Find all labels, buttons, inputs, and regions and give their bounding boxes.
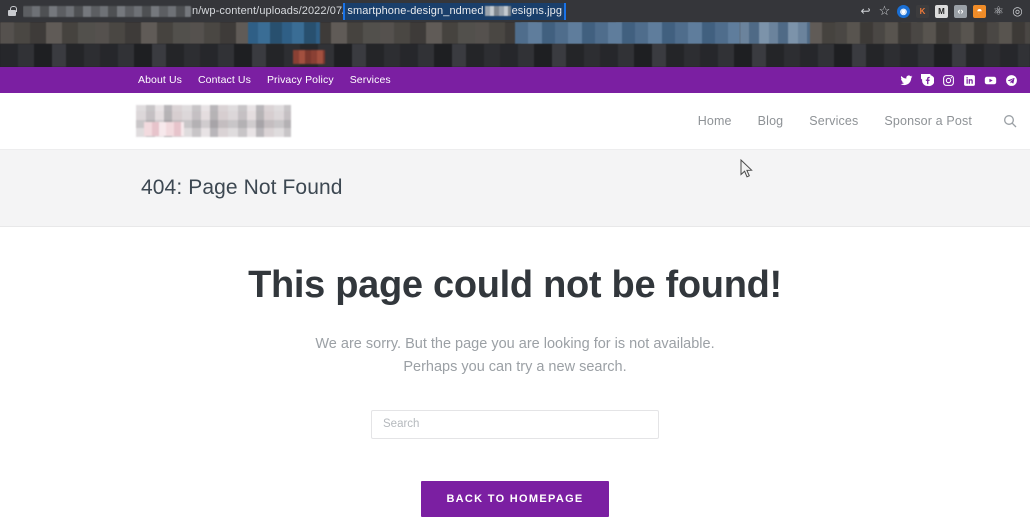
error-subtext-line-1: We are sorry. But the page you are looki… — [315, 335, 715, 352]
nav-link-services[interactable]: Services — [809, 114, 858, 128]
social-links — [900, 73, 1018, 87]
url-path-visible: n/wp-content/uploads/2022/07/ — [192, 5, 346, 17]
error-subtext-line-2: Perhaps you can try a new search. — [403, 359, 627, 376]
tab-strip-redacted-segment — [835, 22, 1030, 44]
topbar-link-privacy-policy[interactable]: Privacy Policy — [267, 74, 334, 86]
page-title: 404: Page Not Found — [141, 176, 343, 199]
extension-blue-circle-icon[interactable]: ◉ — [895, 3, 912, 20]
topbar-link-about-us[interactable]: About Us — [138, 74, 182, 86]
search-icon[interactable] — [1002, 113, 1018, 129]
search-input[interactable] — [371, 409, 659, 439]
error-content: This page could not be found! We are sor… — [0, 227, 1030, 517]
url-selected-filename[interactable]: smartphone-design_ndmed esigns.jpg — [343, 2, 567, 20]
extension-code-icon[interactable]: ‹› — [952, 3, 969, 20]
tab-strip-redacted-segment — [740, 22, 810, 44]
back-to-homepage-button[interactable]: BACK TO HOMEPAGE — [421, 480, 609, 517]
youtube-icon[interactable] — [984, 74, 997, 87]
site-header: Home Blog Services Sponsor a Post — [0, 93, 1030, 149]
url-selected-redacted-middle — [484, 5, 511, 16]
nav-link-home[interactable]: Home — [698, 114, 732, 128]
error-heading: This page could not be found! — [248, 264, 782, 306]
main-navigation: Home Blog Services Sponsor a Post — [698, 113, 1018, 129]
browser-chrome: n/wp-content/uploads/2022/07/smartphone-… — [0, 0, 1030, 67]
bookmark-redacted-highlight — [293, 50, 325, 64]
tab-strip-redacted-segment — [515, 22, 740, 44]
url-selected-prefix-text: smartphone-design_ndmed — [347, 4, 484, 17]
site-logo-redacted-accent — [144, 122, 184, 136]
topbar-link-services[interactable]: Services — [350, 74, 391, 86]
nav-link-sponsor-a-post[interactable]: Sponsor a Post — [884, 114, 972, 128]
search-form — [0, 409, 1030, 439]
bookmarks-bar-redacted — [0, 44, 1030, 67]
browser-toolbar-icons: ↩ ☆ ◉ K M ‹› ◓ ⚛ ◎ — [857, 3, 1026, 20]
tab-and-bookmarks-strip-redacted[interactable] — [0, 22, 1030, 67]
lock-icon — [6, 5, 18, 17]
share-icon[interactable]: ↩ — [857, 3, 874, 20]
telegram-icon[interactable] — [1005, 74, 1018, 87]
omnibox[interactable]: n/wp-content/uploads/2022/07/smartphone-… — [0, 0, 1030, 22]
url-selected-suffix-text: esigns.jpg — [511, 4, 563, 17]
profile-avatar-icon[interactable]: ◎ — [1009, 3, 1026, 20]
bookmark-star-icon[interactable]: ☆ — [876, 3, 893, 20]
site-logo[interactable] — [136, 105, 291, 137]
topbar-links: About Us Contact Us Privacy Policy Servi… — [138, 74, 391, 86]
topbar-link-contact-us[interactable]: Contact Us — [198, 74, 251, 86]
extension-rss-icon[interactable]: ◓ — [971, 3, 988, 20]
extension-mailtrack-icon[interactable]: M — [933, 3, 950, 20]
webpage-viewport: About Us Contact Us Privacy Policy Servi… — [0, 67, 1030, 517]
url-text[interactable]: n/wp-content/uploads/2022/07/smartphone-… — [23, 2, 849, 20]
error-subtext: We are sorry. But the page you are looki… — [0, 333, 1030, 380]
url-redacted-prefix — [23, 5, 191, 17]
linkedin-icon[interactable] — [963, 74, 976, 87]
twitter-icon[interactable] — [900, 74, 913, 87]
instagram-icon[interactable] — [942, 74, 955, 87]
breadcrumb: 404: Page Not Found — [0, 149, 1030, 227]
extension-k-icon[interactable]: K — [914, 3, 931, 20]
nav-link-blog[interactable]: Blog — [758, 114, 784, 128]
site-topbar: About Us Contact Us Privacy Policy Servi… — [0, 67, 1030, 93]
extension-react-icon[interactable]: ⚛ — [990, 3, 1007, 20]
facebook-icon[interactable] — [921, 73, 934, 87]
tab-strip-redacted-segment — [248, 22, 320, 44]
